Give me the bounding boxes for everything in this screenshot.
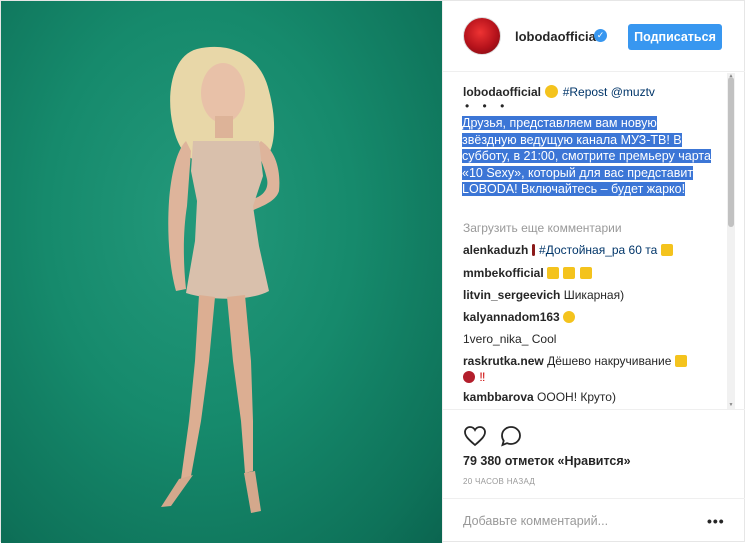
comment-user[interactable]: kalyannadom163	[463, 310, 560, 324]
avatar[interactable]	[463, 17, 501, 55]
comment-bubble-icon[interactable]	[499, 424, 523, 448]
comment-row: 1vero_nika_ Cool	[463, 331, 725, 347]
comment-user[interactable]: alenkaduzh	[463, 243, 528, 257]
comment-text-2: ‼	[479, 370, 486, 384]
scroll-down-arrow-icon[interactable]: ▼	[727, 401, 735, 409]
more-options-button[interactable]: •••	[707, 513, 725, 529]
caption-selected-text: Друзья, представляем вам новую звёздную …	[462, 116, 711, 196]
likes-count[interactable]: 79 380 отметок «Нравится»	[463, 454, 631, 468]
caption-text: Друзья, представляем вам новую звёздную …	[462, 115, 714, 198]
header-username[interactable]: lobodaofficial	[515, 29, 600, 44]
heart-icon[interactable]	[463, 424, 487, 448]
scrollbar-thumb[interactable]	[728, 77, 734, 227]
thumbs-up-emoji-icon	[547, 267, 560, 279]
thumbs-up-emoji-icon	[674, 355, 687, 367]
comment-row: mmbekofficial	[463, 265, 725, 281]
comment-text: Cool	[531, 332, 557, 346]
comment-row: alenkaduzh #Достойная_ра 60 та	[463, 242, 725, 258]
comment-row: kambbarova ОООН! Круто)	[463, 389, 725, 405]
post-photo[interactable]	[1, 1, 442, 543]
add-comment-input[interactable]	[463, 511, 703, 531]
comment-text: ОООН! Круто)	[537, 390, 616, 404]
thumbs-up-emoji-icon	[563, 267, 576, 279]
thumbs-up-emoji-icon	[579, 267, 592, 279]
post-sidebar: lobodaofficial ✓ Подписаться lobodaoffic…	[442, 1, 745, 543]
caption-dots: • • •	[465, 99, 510, 113]
comment-row: kalyannadom163	[463, 309, 725, 325]
smile-emoji-icon	[545, 85, 559, 98]
comment-text: Шикарная)	[563, 288, 625, 302]
post-timestamp[interactable]: 20 ЧАСОВ НАЗАД	[463, 477, 535, 486]
comment-row: raskrutka.new Дёшево накручивание ‼	[463, 353, 725, 385]
instagram-post: lobodaofficial ✓ Подписаться lobodaoffic…	[0, 0, 745, 543]
comment-user[interactable]: 1vero_nika_	[463, 332, 528, 346]
thumbs-up-emoji-icon	[660, 244, 673, 256]
post-header: lobodaofficial ✓ Подписаться	[443, 1, 745, 72]
comment-user[interactable]: kambbarova	[463, 390, 534, 404]
caption-repost-tag[interactable]: #Repost @muztv	[563, 85, 655, 99]
comment-user[interactable]: mmbekofficial	[463, 266, 544, 280]
woman-figure-illustration	[161, 46, 280, 513]
comment-user[interactable]: raskrutka.new	[463, 354, 544, 368]
verified-badge-icon: ✓	[594, 29, 607, 42]
comment-text: Дёшево накручивание	[547, 354, 672, 368]
money-bag-emoji-icon	[463, 371, 475, 383]
add-comment-bar: •••	[443, 498, 745, 544]
follow-button[interactable]: Подписаться	[628, 24, 722, 50]
caption-author[interactable]: lobodaofficial	[463, 85, 541, 99]
flag-emoji-icon	[531, 244, 535, 256]
load-more-comments-link[interactable]: Загрузить еще комментарии	[463, 221, 622, 235]
caption-header: lobodaofficial #Repost @muztv	[463, 85, 723, 99]
comments-list: lobodaofficial #Repost @muztv • • • Друз…	[443, 73, 745, 409]
comment-text: #Достойная_ра 60 та	[539, 243, 658, 257]
post-actions: 79 380 отметок «Нравится» 20 ЧАСОВ НАЗАД…	[443, 409, 745, 543]
comment-user[interactable]: litvin_sergeevich	[463, 288, 560, 302]
ok-hand-emoji-icon	[563, 311, 576, 323]
comment-row: litvin_sergeevich Шикарная)	[463, 287, 725, 303]
